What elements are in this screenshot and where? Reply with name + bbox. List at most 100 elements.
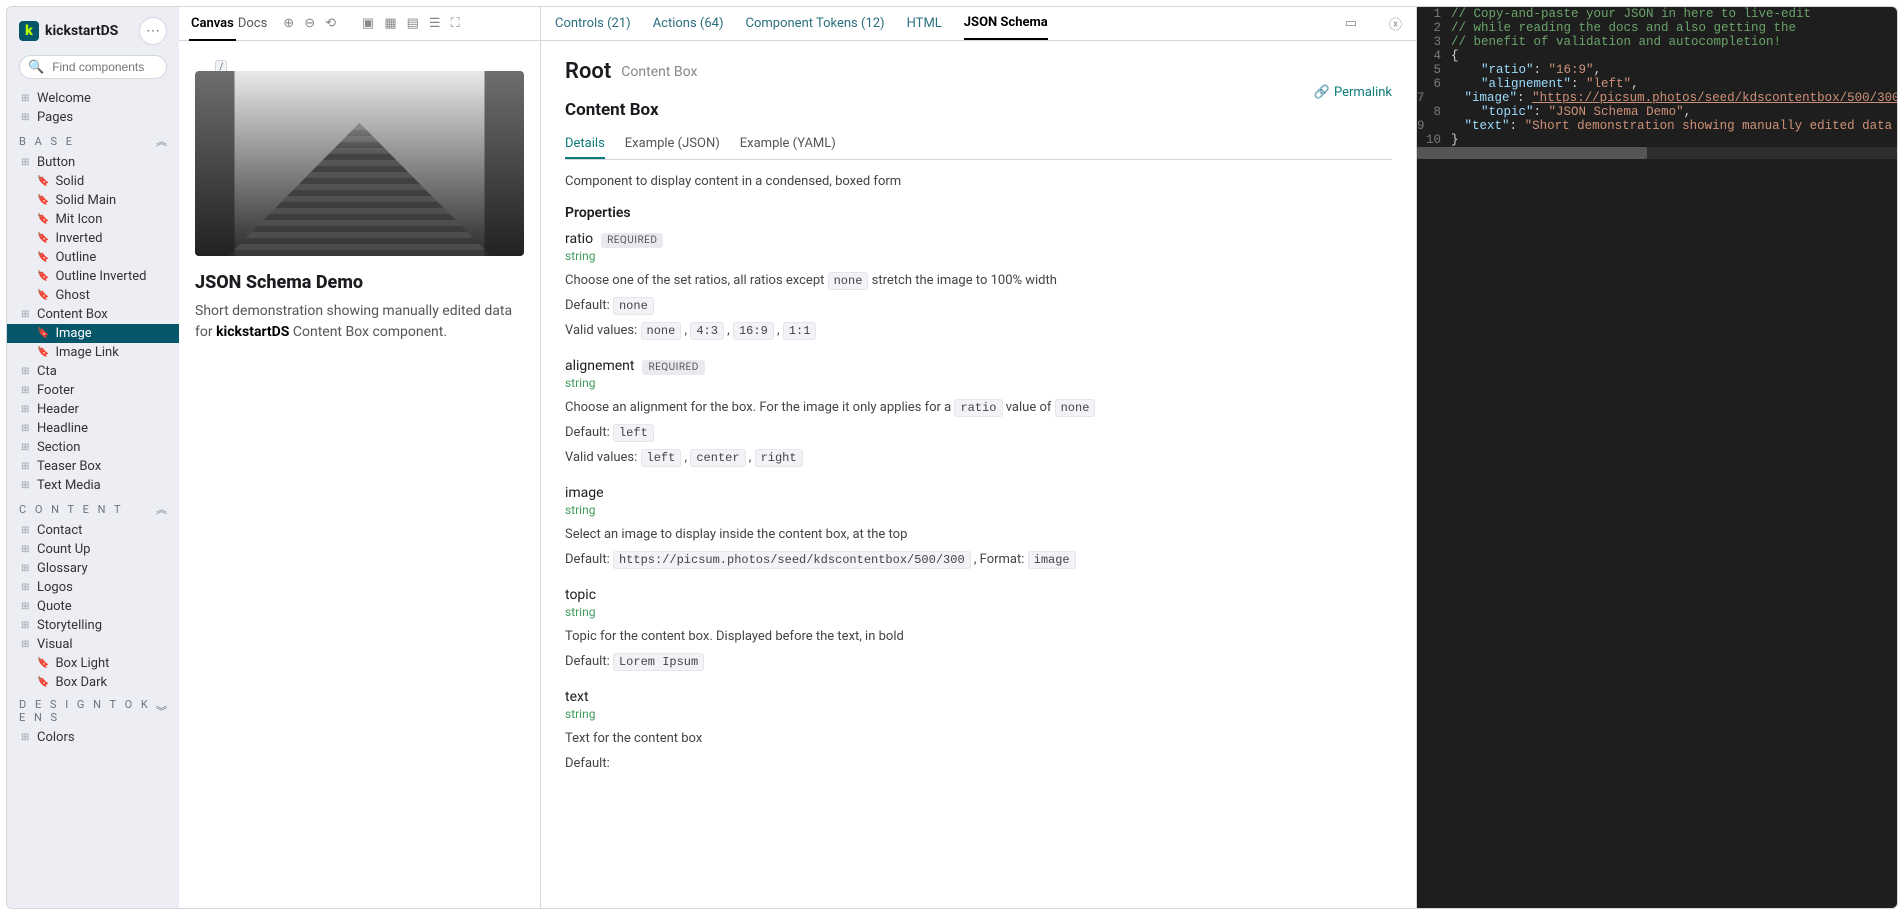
- docs-tab[interactable]: JSON Schema: [964, 7, 1048, 40]
- permalink-link[interactable]: 🔗 Permalink: [1314, 85, 1392, 100]
- expand-icon: ⊞: [21, 309, 31, 320]
- canvas-tab[interactable]: Docs: [236, 8, 269, 39]
- fullscreen-icon[interactable]: ⛶: [451, 16, 460, 31]
- chevron-icon: ︽: [156, 501, 167, 517]
- search-icon: 🔍: [28, 60, 44, 75]
- editor-line[interactable]: 4{: [1417, 49, 1897, 63]
- sidebar-item[interactable]: ⊞Contact: [7, 521, 179, 540]
- sidebar-item[interactable]: ⊞Glossary: [7, 559, 179, 578]
- zoom-in-icon[interactable]: ⊕: [283, 16, 294, 31]
- editor-line[interactable]: 5 "ratio": "16:9",: [1417, 63, 1897, 77]
- prop-type: string: [565, 605, 1392, 619]
- sidebar-item[interactable]: ⊞Logos: [7, 578, 179, 597]
- editor-line[interactable]: 9 "text": "Short demonstration showing m…: [1417, 119, 1897, 133]
- docs-tabs: Controls (21) Actions (64) Component Token…: [541, 7, 1416, 41]
- json-editor[interactable]: 1// Copy-and-paste your JSON in here to …: [1417, 7, 1897, 908]
- prop-desc: Choose one of the set ratios, all ratios…: [565, 273, 1392, 288]
- editor-line[interactable]: 1// Copy-and-paste your JSON in here to …: [1417, 7, 1897, 21]
- crumb-root[interactable]: Root: [565, 59, 611, 84]
- preview-image: [195, 71, 524, 256]
- sidebar-item[interactable]: 🔖Box Dark: [7, 673, 179, 692]
- sidebar-item[interactable]: ⊞Content Box: [7, 305, 179, 324]
- grid-icon[interactable]: ▦: [384, 16, 396, 31]
- schema-subtab[interactable]: Example (JSON): [625, 130, 720, 159]
- schema-subtab[interactable]: Details: [565, 130, 605, 159]
- schema-subtab[interactable]: Example (YAML): [740, 130, 836, 159]
- prop-name: alignement: [565, 358, 634, 374]
- sidebar-item[interactable]: 🔖Solid: [7, 172, 179, 191]
- sidebar-item[interactable]: ⊞Welcome: [7, 89, 179, 108]
- docs-tab[interactable]: HTML: [907, 8, 942, 39]
- sidebar-item[interactable]: 🔖Outline: [7, 248, 179, 267]
- editor-line[interactable]: 6 "alignement": "left",: [1417, 77, 1897, 91]
- panel-layout-icon[interactable]: ▭: [1345, 16, 1357, 31]
- panel-close-icon[interactable]: ⓧ: [1389, 14, 1402, 33]
- sidebar-section[interactable]: B A S E︽: [7, 127, 179, 153]
- sidebar-item[interactable]: ⊞Header: [7, 400, 179, 419]
- editor-line[interactable]: 2// while reading the docs and also gett…: [1417, 21, 1897, 35]
- prop-name: topic: [565, 587, 596, 603]
- sidebar-item[interactable]: ⊞Cta: [7, 362, 179, 381]
- sidebar-item[interactable]: ⊞Text Media: [7, 476, 179, 495]
- bookmark-icon: 🔖: [37, 271, 49, 282]
- crumb-sub[interactable]: Content Box: [621, 64, 697, 80]
- expand-icon: ⊞: [21, 442, 31, 453]
- sidebar-item[interactable]: ⊞Colors: [7, 728, 179, 747]
- sidebar-section[interactable]: D E S I G N T O K E N S︾: [7, 692, 179, 728]
- sidebar-item[interactable]: ⊞Count Up: [7, 540, 179, 559]
- sidebar-item[interactable]: ⊞Button: [7, 153, 179, 172]
- image-icon[interactable]: ▣: [362, 16, 374, 31]
- bookmark-icon: 🔖: [37, 290, 49, 301]
- required-badge: REQUIRED: [601, 233, 663, 248]
- more-button[interactable]: ⋯: [139, 17, 167, 45]
- zoom-reset-icon[interactable]: ⟲: [325, 16, 336, 31]
- docs-tab[interactable]: Component Tokens (12): [746, 8, 885, 39]
- sidebar-item[interactable]: 🔖Image Link: [7, 343, 179, 362]
- canvas-tabs: CanvasDocs ⊕ ⊖ ⟲ ▣ ▦ ▤ ☰ ⛶: [179, 7, 540, 41]
- stack-icon[interactable]: ☰: [429, 16, 441, 31]
- bookmark-icon: 🔖: [37, 347, 49, 358]
- sidebar-item[interactable]: ⊞Quote: [7, 597, 179, 616]
- docs-tab[interactable]: Controls (21): [555, 8, 631, 39]
- prop-type: string: [565, 503, 1392, 517]
- search-input-wrap[interactable]: 🔍 /: [19, 55, 167, 79]
- sidebar-item[interactable]: 🔖Box Light: [7, 654, 179, 673]
- sidebar-item[interactable]: 🔖Mit Icon: [7, 210, 179, 229]
- editor-line[interactable]: 10}: [1417, 133, 1897, 147]
- sidebar-item[interactable]: ⊞Footer: [7, 381, 179, 400]
- sidebar-item[interactable]: 🔖Solid Main: [7, 191, 179, 210]
- editor-scrollbar[interactable]: [1417, 147, 1897, 159]
- expand-icon: ⊞: [21, 639, 31, 650]
- sidebar-item[interactable]: 🔖Outline Inverted: [7, 267, 179, 286]
- editor-line[interactable]: 8 "topic": "JSON Schema Demo",: [1417, 105, 1897, 119]
- prop-name: image: [565, 485, 604, 501]
- schema-subtabs: Details Example (JSON) Example (YAML): [565, 130, 1392, 160]
- zoom-out-icon[interactable]: ⊖: [304, 16, 315, 31]
- sidebar-item[interactable]: ⊞Pages: [7, 108, 179, 127]
- prop-desc: Select an image to display inside the co…: [565, 527, 1392, 542]
- expand-icon: ⊞: [21, 93, 31, 104]
- brand-logo[interactable]: k kickstartDS: [19, 21, 118, 41]
- expand-icon: ⊞: [21, 582, 31, 593]
- sidebar-item[interactable]: 🔖Inverted: [7, 229, 179, 248]
- editor-line[interactable]: 3// benefit of validation and autocomple…: [1417, 35, 1897, 49]
- sidebar-item[interactable]: ⊞Headline: [7, 419, 179, 438]
- sidebar-item[interactable]: ⊞Visual: [7, 635, 179, 654]
- editor-line[interactable]: 7 "image": "https://picsum.photos/seed/k…: [1417, 91, 1897, 105]
- expand-icon: ⊞: [21, 461, 31, 472]
- sidebar: k kickstartDS ⋯ 🔍 / ⊞Welcome⊞PagesB A S …: [7, 7, 179, 908]
- schema-description: Component to display content in a conden…: [565, 174, 1392, 189]
- sidebar-item[interactable]: ⊞Teaser Box: [7, 457, 179, 476]
- sidebar-item[interactable]: 🔖Ghost: [7, 286, 179, 305]
- prop-default: Default: https://picsum.photos/seed/kdsc…: [565, 552, 1392, 567]
- sidebar-item[interactable]: ⊞Storytelling: [7, 616, 179, 635]
- chevron-icon: ︾: [156, 703, 167, 719]
- layout-icon[interactable]: ▤: [407, 16, 419, 31]
- canvas-tab[interactable]: Canvas: [189, 8, 236, 41]
- docs-tab[interactable]: Actions (64): [653, 8, 724, 39]
- sidebar-item[interactable]: 🔖Image: [7, 324, 179, 343]
- sidebar-item[interactable]: ⊞Section: [7, 438, 179, 457]
- prop-valid: Valid values: left , center , right: [565, 450, 1392, 465]
- preview-topic: JSON Schema Demo: [195, 272, 524, 293]
- sidebar-section[interactable]: C O N T E N T︽: [7, 495, 179, 521]
